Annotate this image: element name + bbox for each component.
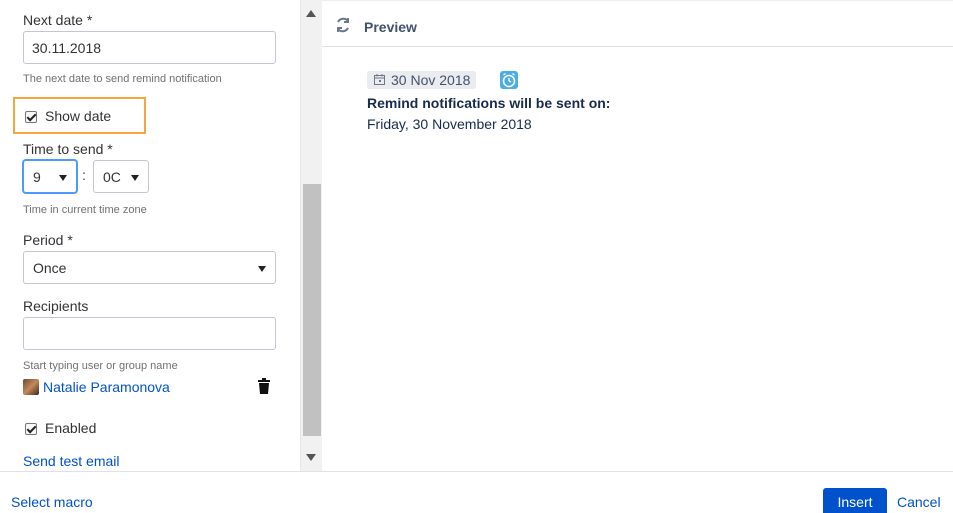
show-date-checkbox[interactable] [25, 111, 37, 123]
show-date-label: Show date [45, 108, 112, 124]
next-date-input[interactable] [23, 31, 276, 64]
time-hint: Time in current time zone [23, 204, 147, 216]
recipients-hint: Start typing user or group name [23, 360, 178, 372]
send-test-email-link[interactable]: Send test email [23, 453, 120, 469]
hour-value: 9 [33, 169, 41, 185]
time-to-send-label: Time to send * [23, 141, 113, 157]
recipients-label: Recipients [23, 298, 89, 314]
preview-panel: Preview 30 Nov 2018 Remind notifications… [322, 0, 953, 471]
recipients-input[interactable] [23, 317, 276, 350]
preview-title: Preview [364, 19, 417, 35]
chevron-down-icon [131, 175, 139, 181]
select-macro-link[interactable]: Select macro [11, 494, 93, 510]
date-lozenge-text: 30 Nov 2018 [391, 72, 471, 88]
minute-select[interactable]: 0C [93, 160, 149, 193]
date-lozenge: 30 Nov 2018 [367, 71, 477, 89]
period-select[interactable]: Once [23, 251, 276, 284]
trash-icon[interactable] [257, 378, 271, 394]
avatar [23, 379, 39, 395]
hour-select[interactable]: 9 [23, 160, 77, 193]
chevron-down-icon [59, 175, 67, 181]
recipient-name-link[interactable]: Natalie Paramonova [43, 379, 170, 395]
macro-form-panel: Next date * The next date to send remind… [0, 0, 300, 471]
period-value: Once [33, 260, 67, 276]
enabled-checkbox[interactable] [25, 423, 37, 435]
reminder-heading: Remind notifications will be sent on: [367, 95, 611, 111]
preview-header: Preview [322, 0, 953, 47]
cancel-button[interactable]: Cancel [897, 494, 941, 510]
next-date-label: Next date * [23, 12, 93, 28]
form-scrollbar[interactable] [300, 0, 322, 471]
recipient-item: Natalie Paramonova [23, 377, 276, 397]
scroll-up-arrow[interactable] [306, 10, 316, 17]
period-label: Period * [23, 232, 73, 248]
refresh-icon[interactable] [335, 17, 351, 33]
minute-value: 0C [103, 169, 121, 185]
chevron-down-icon [258, 266, 266, 272]
time-separator: : [82, 167, 86, 183]
insert-button[interactable]: Insert [823, 488, 887, 513]
calendar-icon [374, 74, 385, 85]
enabled-label: Enabled [45, 420, 97, 436]
dialog-footer: Select macro Insert Cancel [0, 471, 953, 513]
scroll-thumb[interactable] [303, 184, 321, 436]
scroll-down-arrow[interactable] [306, 454, 316, 461]
reminder-date: Friday, 30 November 2018 [367, 116, 532, 132]
clock-icon [500, 71, 518, 89]
next-date-hint: The next date to send remind notificatio… [23, 73, 222, 85]
